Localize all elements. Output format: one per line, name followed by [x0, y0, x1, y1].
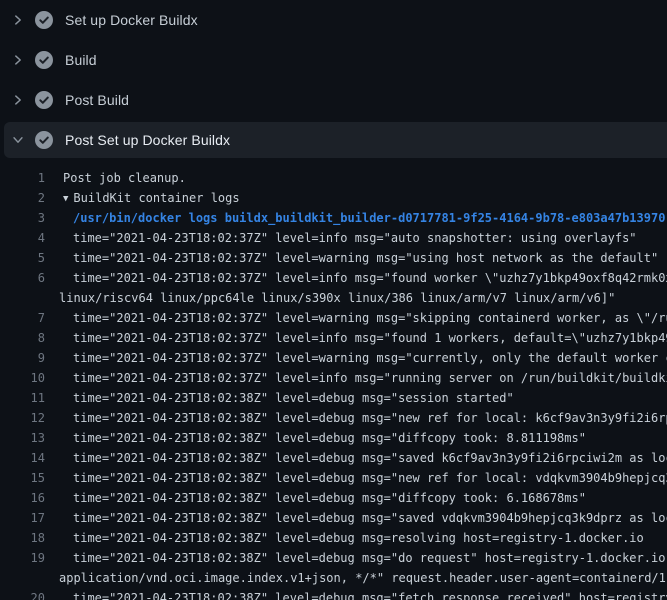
check-circle-icon — [35, 131, 53, 149]
step-row-set-up-docker-buildx[interactable]: Set up Docker Buildx — [0, 0, 667, 40]
line-number[interactable]: 13 — [0, 428, 45, 448]
check-circle-icon — [35, 11, 53, 29]
group-toggle-icon[interactable]: ▼ — [63, 189, 68, 208]
log-line-text: time="2021-04-23T18:02:37Z" level=info m… — [59, 328, 667, 348]
log-line-text: time="2021-04-23T18:02:37Z" level=info m… — [59, 268, 667, 288]
line-number[interactable]: 9 — [0, 348, 45, 368]
line-number[interactable]: 7 — [0, 308, 45, 328]
log-line: 4 time="2021-04-23T18:02:37Z" level=info… — [0, 228, 667, 248]
log-line: 5 time="2021-04-23T18:02:37Z" level=warn… — [0, 248, 667, 268]
line-number-spacer — [0, 568, 45, 588]
log-line: 14 time="2021-04-23T18:02:38Z" level=deb… — [0, 448, 667, 468]
log-line-text: time="2021-04-23T18:02:38Z" level=debug … — [59, 428, 667, 448]
log-line: 17 time="2021-04-23T18:02:38Z" level=deb… — [0, 508, 667, 528]
line-number[interactable]: 8 — [0, 328, 45, 348]
line-number[interactable]: 11 — [0, 388, 45, 408]
log-line: 11 time="2021-04-23T18:02:38Z" level=deb… — [0, 388, 667, 408]
log-line-text: /usr/bin/docker logs buildx_buildkit_bui… — [59, 208, 667, 228]
check-circle-icon — [35, 51, 53, 69]
log-line: 1 Post job cleanup. — [0, 168, 667, 188]
log-line: 16 time="2021-04-23T18:02:38Z" level=deb… — [0, 488, 667, 508]
chevron-right-icon — [10, 52, 26, 68]
step-label: Set up Docker Buildx — [65, 12, 198, 28]
log-line-text: ▼ BuildKit container logs — [59, 188, 667, 208]
log-line: 8 time="2021-04-23T18:02:37Z" level=info… — [0, 328, 667, 348]
chevron-right-icon — [10, 92, 26, 108]
line-number[interactable]: 15 — [0, 468, 45, 488]
line-number[interactable]: 4 — [0, 228, 45, 248]
step-label: Post Set up Docker Buildx — [65, 132, 230, 148]
step-row-post-build[interactable]: Post Build — [0, 80, 667, 120]
steps-list: Set up Docker Buildx Build Post Build — [0, 0, 667, 160]
line-number[interactable]: 1 — [0, 168, 45, 188]
log-line: 3 /usr/bin/docker logs buildx_buildkit_b… — [0, 208, 667, 228]
log-line: 10 time="2021-04-23T18:02:37Z" level=inf… — [0, 368, 667, 388]
log-line: 9 time="2021-04-23T18:02:37Z" level=warn… — [0, 348, 667, 368]
chevron-right-icon — [10, 12, 26, 28]
log-line: 18 time="2021-04-23T18:02:38Z" level=deb… — [0, 528, 667, 548]
log-line-text: time="2021-04-23T18:02:38Z" level=debug … — [59, 488, 667, 508]
log-line: 15 time="2021-04-23T18:02:38Z" level=deb… — [0, 468, 667, 488]
log-line: 19 time="2021-04-23T18:02:38Z" level=deb… — [0, 548, 667, 568]
line-number[interactable]: 16 — [0, 488, 45, 508]
log-line-text: application/vnd.oci.image.index.v1+json,… — [59, 568, 667, 588]
line-number[interactable]: 2 — [0, 188, 45, 208]
log-line-text: time="2021-04-23T18:02:37Z" level=info m… — [59, 368, 667, 388]
step-label: Build — [65, 52, 97, 68]
line-number[interactable]: 14 — [0, 448, 45, 468]
log-line: 20 time="2021-04-23T18:02:38Z" level=deb… — [0, 588, 667, 600]
log-line: 12 time="2021-04-23T18:02:38Z" level=deb… — [0, 408, 667, 428]
log-line-text: time="2021-04-23T18:02:38Z" level=debug … — [59, 388, 667, 408]
line-number[interactable]: 17 — [0, 508, 45, 528]
log-line: 13 time="2021-04-23T18:02:38Z" level=deb… — [0, 428, 667, 448]
log-line-text: time="2021-04-23T18:02:37Z" level=warnin… — [59, 248, 667, 268]
line-number[interactable]: 10 — [0, 368, 45, 388]
log-line-text: time="2021-04-23T18:02:38Z" level=debug … — [59, 528, 667, 548]
line-number[interactable]: 18 — [0, 528, 45, 548]
step-label: Post Build — [65, 92, 129, 108]
chevron-down-icon — [10, 132, 26, 148]
log-line-text: time="2021-04-23T18:02:38Z" level=debug … — [59, 548, 667, 568]
log-line-text: time="2021-04-23T18:02:38Z" level=debug … — [59, 408, 667, 428]
line-number[interactable]: 6 — [0, 268, 45, 288]
line-number[interactable]: 12 — [0, 408, 45, 428]
log-line-text: time="2021-04-23T18:02:37Z" level=warnin… — [59, 348, 667, 368]
line-number[interactable]: 3 — [0, 208, 45, 228]
log-line-continuation: application/vnd.oci.image.index.v1+json,… — [0, 568, 667, 588]
log-line-text: time="2021-04-23T18:02:38Z" level=debug … — [59, 468, 667, 488]
line-number[interactable]: 5 — [0, 248, 45, 268]
log-line-text: time="2021-04-23T18:02:38Z" level=debug … — [59, 508, 667, 528]
line-number[interactable]: 20 — [0, 588, 45, 600]
log-line: 6 time="2021-04-23T18:02:37Z" level=info… — [0, 268, 667, 288]
log-line-text: time="2021-04-23T18:02:38Z" level=debug … — [59, 588, 667, 600]
step-row-build[interactable]: Build — [0, 40, 667, 80]
log-line-text: time="2021-04-23T18:02:37Z" level=info m… — [59, 228, 667, 248]
log-line-text: time="2021-04-23T18:02:38Z" level=debug … — [59, 448, 667, 468]
group-label[interactable]: BuildKit container logs — [73, 191, 239, 205]
log-line: 2 ▼ BuildKit container logs — [0, 188, 667, 208]
line-number-spacer — [0, 288, 45, 308]
log-line-continuation: linux/riscv64 linux/ppc64le linux/s390x … — [0, 288, 667, 308]
step-row-post-set-up-docker-buildx[interactable]: Post Set up Docker Buildx — [0, 120, 667, 160]
log-line-text: linux/riscv64 linux/ppc64le linux/s390x … — [59, 288, 667, 308]
log-line-text: Post job cleanup. — [59, 168, 667, 188]
log-section: 1 Post job cleanup. 2 ▼ BuildKit containe… — [0, 160, 667, 600]
line-number[interactable]: 19 — [0, 548, 45, 568]
log-line-text: time="2021-04-23T18:02:37Z" level=warnin… — [59, 308, 667, 328]
check-circle-icon — [35, 91, 53, 109]
log-line: 7 time="2021-04-23T18:02:37Z" level=warn… — [0, 308, 667, 328]
